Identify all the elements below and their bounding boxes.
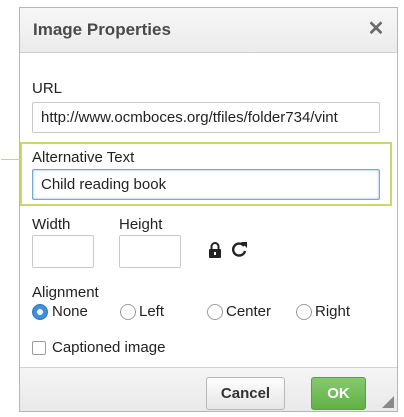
ok-button[interactable]: OK: [311, 377, 366, 410]
url-label: URL: [32, 80, 63, 97]
cancel-button[interactable]: Cancel: [206, 377, 285, 410]
image-properties-dialog: Image Properties ✕ URL http://www.ocmboc…: [1, 7, 398, 412]
alt-text-label: Alternative Text: [32, 149, 135, 166]
callout-line: [1, 159, 20, 160]
width-label: Width: [32, 216, 71, 233]
radio-center-label[interactable]: Center: [226, 303, 271, 320]
radio-right[interactable]: [296, 304, 312, 320]
url-input[interactable]: http://www.ocmboces.org/tfiles/folder734…: [32, 102, 380, 133]
width-input[interactable]: [32, 235, 94, 268]
radio-center[interactable]: [207, 304, 223, 320]
height-label: Height: [119, 216, 163, 233]
lock-icon[interactable]: [208, 242, 222, 258]
dialog-footer: Cancel OK: [20, 367, 397, 411]
reset-size-icon[interactable]: [231, 241, 248, 258]
radio-left[interactable]: [120, 304, 136, 320]
radio-none-label[interactable]: None: [52, 303, 88, 320]
radio-left-label[interactable]: Left: [139, 303, 164, 320]
dialog-titlebar[interactable]: Image Properties ✕: [20, 8, 397, 53]
radio-right-label[interactable]: Right: [315, 303, 350, 320]
dialog-title: Image Properties: [33, 20, 171, 39]
alt-text-input[interactable]: Child reading book: [32, 169, 380, 200]
close-icon[interactable]: ✕: [366, 18, 386, 40]
height-input[interactable]: [119, 235, 181, 268]
radio-none[interactable]: [32, 304, 48, 320]
resize-grip-icon[interactable]: [382, 396, 394, 408]
captioned-image-checkbox[interactable]: [32, 341, 46, 355]
alignment-label: Alignment: [32, 284, 99, 301]
captioned-image-label[interactable]: Captioned image: [52, 339, 165, 356]
